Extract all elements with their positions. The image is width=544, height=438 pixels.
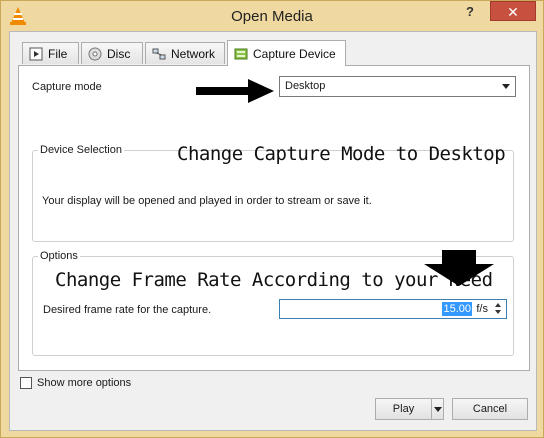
options-title: Options	[38, 250, 80, 262]
cancel-button[interactable]: Cancel	[452, 398, 528, 420]
tab-capture-device[interactable]: Capture Device	[227, 40, 346, 66]
tab-capture-device-label: Capture Device	[253, 46, 336, 61]
annotation-capture-mode: Change Capture Mode to Desktop	[177, 143, 506, 165]
tab-network-label: Network	[171, 46, 216, 61]
arrow-down-icon	[424, 250, 494, 286]
dialog-body: File Disc Network Capture Device Capture…	[9, 31, 537, 431]
framerate-label: Desired frame rate for the capture.	[43, 304, 212, 316]
file-icon	[29, 47, 43, 60]
device-description: Your display will be opened and played i…	[42, 195, 372, 207]
tab-network[interactable]: Network	[145, 42, 225, 64]
chevron-down-icon	[434, 407, 442, 412]
help-button[interactable]: ?	[456, 3, 484, 21]
framerate-unit: f/s	[476, 303, 488, 315]
capture-device-icon	[234, 48, 248, 59]
capture-mode-select[interactable]: Desktop	[279, 76, 516, 97]
framerate-value[interactable]: 15.00	[442, 302, 472, 316]
spin-down-icon[interactable]	[492, 309, 505, 317]
tab-file[interactable]: File	[22, 42, 79, 64]
disc-icon	[88, 47, 102, 60]
tab-file-label: File	[48, 46, 68, 61]
network-icon	[152, 48, 166, 59]
capture-mode-value: Desktop	[285, 80, 326, 92]
show-more-checkbox[interactable]	[20, 377, 32, 389]
show-more-options[interactable]: Show more options	[20, 377, 131, 389]
close-button[interactable]: ✕	[490, 1, 536, 21]
open-media-window: Open Media ? ✕ File Disc Network Capture…	[0, 0, 544, 438]
spin-buttons	[492, 301, 505, 317]
chevron-down-icon	[502, 84, 510, 89]
title-bar[interactable]: Open Media ? ✕	[1, 1, 543, 31]
spin-up-icon[interactable]	[492, 301, 505, 309]
capture-mode-label: Capture mode	[32, 81, 102, 93]
capture-device-panel: Capture mode Desktop Device Selection Yo…	[18, 65, 530, 371]
show-more-label: Show more options	[37, 377, 132, 389]
tab-disc-label: Disc	[107, 46, 131, 61]
play-button[interactable]: Play	[375, 398, 432, 420]
device-selection-title: Device Selection	[38, 144, 124, 156]
tab-disc[interactable]: Disc	[81, 42, 143, 64]
arrow-right-icon	[196, 79, 274, 103]
play-dropdown-button[interactable]	[431, 398, 444, 420]
framerate-spinbox[interactable]: 15.00 f/s	[279, 299, 507, 319]
